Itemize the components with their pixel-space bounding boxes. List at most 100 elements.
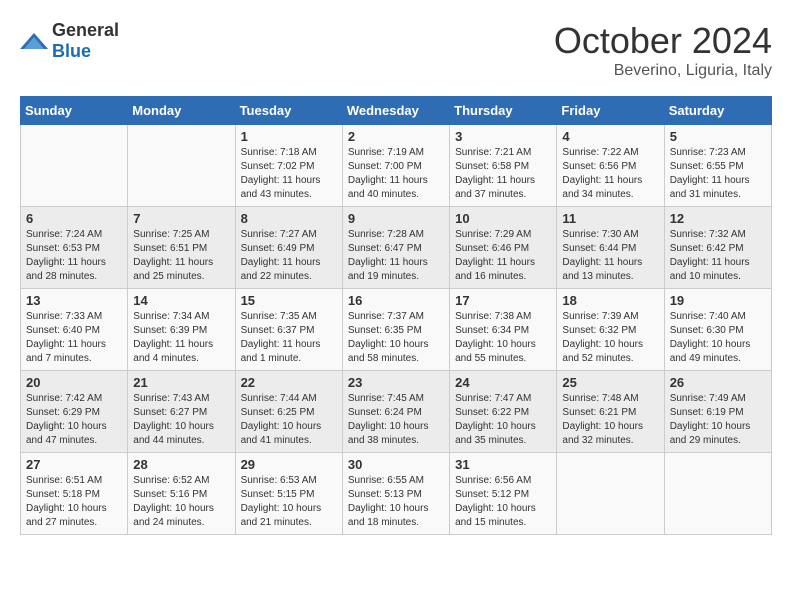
day-number: 22 (241, 375, 337, 390)
calendar-cell: 9 Sunrise: 7:28 AMSunset: 6:47 PMDaylight… (342, 207, 449, 289)
day-number: 21 (133, 375, 229, 390)
calendar-cell: 30 Sunrise: 6:55 AMSunset: 5:13 PMDayligh… (342, 453, 449, 535)
day-detail: Sunrise: 6:55 AMSunset: 5:13 PMDaylight:… (348, 474, 444, 530)
calendar-cell: 15 Sunrise: 7:35 AMSunset: 6:37 PMDayligh… (235, 289, 342, 371)
day-number: 28 (133, 457, 229, 472)
day-detail: Sunrise: 7:45 AMSunset: 6:24 PMDaylight:… (348, 392, 444, 448)
day-detail: Sunrise: 7:27 AMSunset: 6:49 PMDaylight:… (241, 228, 337, 284)
day-number: 8 (241, 211, 337, 226)
day-detail: Sunrise: 7:42 AMSunset: 6:29 PMDaylight:… (26, 392, 122, 448)
day-detail: Sunrise: 7:32 AMSunset: 6:42 PMDaylight:… (670, 228, 766, 284)
day-number: 11 (562, 211, 658, 226)
calendar-cell (664, 453, 771, 535)
day-detail: Sunrise: 7:38 AMSunset: 6:34 PMDaylight:… (455, 310, 551, 366)
day-detail: Sunrise: 6:52 AMSunset: 5:16 PMDaylight:… (133, 474, 229, 530)
day-detail: Sunrise: 7:19 AMSunset: 7:00 PMDaylight:… (348, 146, 444, 202)
calendar-cell: 23 Sunrise: 7:45 AMSunset: 6:24 PMDayligh… (342, 371, 449, 453)
day-detail: Sunrise: 7:35 AMSunset: 6:37 PMDaylight:… (241, 310, 337, 366)
calendar-cell: 16 Sunrise: 7:37 AMSunset: 6:35 PMDayligh… (342, 289, 449, 371)
day-detail: Sunrise: 7:44 AMSunset: 6:25 PMDaylight:… (241, 392, 337, 448)
day-detail: Sunrise: 7:37 AMSunset: 6:35 PMDaylight:… (348, 310, 444, 366)
calendar-cell: 19 Sunrise: 7:40 AMSunset: 6:30 PMDayligh… (664, 289, 771, 371)
calendar-cell: 11 Sunrise: 7:30 AMSunset: 6:44 PMDayligh… (557, 207, 664, 289)
day-number: 10 (455, 211, 551, 226)
day-detail: Sunrise: 7:28 AMSunset: 6:47 PMDaylight:… (348, 228, 444, 284)
calendar-cell: 29 Sunrise: 6:53 AMSunset: 5:15 PMDayligh… (235, 453, 342, 535)
day-detail: Sunrise: 7:25 AMSunset: 6:51 PMDaylight:… (133, 228, 229, 284)
logo: General Blue (20, 20, 119, 62)
calendar-cell: 6 Sunrise: 7:24 AMSunset: 6:53 PMDaylight… (21, 207, 128, 289)
calendar-cell: 20 Sunrise: 7:42 AMSunset: 6:29 PMDayligh… (21, 371, 128, 453)
calendar-cell: 7 Sunrise: 7:25 AMSunset: 6:51 PMDaylight… (128, 207, 235, 289)
weekday-header-tuesday: Tuesday (235, 97, 342, 125)
day-number: 31 (455, 457, 551, 472)
day-detail: Sunrise: 7:40 AMSunset: 6:30 PMDaylight:… (670, 310, 766, 366)
day-detail: Sunrise: 7:34 AMSunset: 6:39 PMDaylight:… (133, 310, 229, 366)
day-detail: Sunrise: 7:39 AMSunset: 6:32 PMDaylight:… (562, 310, 658, 366)
calendar-cell: 18 Sunrise: 7:39 AMSunset: 6:32 PMDayligh… (557, 289, 664, 371)
calendar-cell (557, 453, 664, 535)
day-number: 20 (26, 375, 122, 390)
day-number: 6 (26, 211, 122, 226)
day-number: 19 (670, 293, 766, 308)
day-number: 13 (26, 293, 122, 308)
weekday-header-monday: Monday (128, 97, 235, 125)
day-number: 23 (348, 375, 444, 390)
calendar-cell: 24Sunrise: 7:47 AMSunset: 6:22 PMDayligh… (450, 371, 557, 453)
calendar-week-row: 6 Sunrise: 7:24 AMSunset: 6:53 PMDaylight… (21, 207, 772, 289)
day-number: 9 (348, 211, 444, 226)
day-number: 4 (562, 129, 658, 144)
calendar-cell (21, 125, 128, 207)
day-number: 16 (348, 293, 444, 308)
calendar-cell: 10 Sunrise: 7:29 AMSunset: 6:46 PMDayligh… (450, 207, 557, 289)
day-detail: Sunrise: 6:56 AMSunset: 5:12 PMDaylight:… (455, 474, 551, 530)
day-detail: Sunrise: 7:21 AMSunset: 6:58 PMDaylight:… (455, 146, 551, 202)
day-number: 15 (241, 293, 337, 308)
day-detail: Sunrise: 7:29 AMSunset: 6:46 PMDaylight:… (455, 228, 551, 284)
day-detail: Sunrise: 7:24 AMSunset: 6:53 PMDaylight:… (26, 228, 122, 284)
day-detail: Sunrise: 6:51 AMSunset: 5:18 PMDaylight:… (26, 474, 122, 530)
calendar-cell: 5Sunrise: 7:23 AMSunset: 6:55 PMDaylight… (664, 125, 771, 207)
calendar-cell (128, 125, 235, 207)
calendar-cell: 1Sunrise: 7:18 AMSunset: 7:02 PMDaylight… (235, 125, 342, 207)
day-number: 3 (455, 129, 551, 144)
day-number: 27 (26, 457, 122, 472)
day-detail: Sunrise: 7:30 AMSunset: 6:44 PMDaylight:… (562, 228, 658, 284)
weekday-header-saturday: Saturday (664, 97, 771, 125)
calendar-cell: 17 Sunrise: 7:38 AMSunset: 6:34 PMDayligh… (450, 289, 557, 371)
weekday-header-sunday: Sunday (21, 97, 128, 125)
title-block: October 2024 Beverino, Liguria, Italy (554, 20, 772, 80)
day-number: 29 (241, 457, 337, 472)
day-number: 30 (348, 457, 444, 472)
calendar-week-row: 13 Sunrise: 7:33 AMSunset: 6:40 PMDayligh… (21, 289, 772, 371)
weekday-header-wednesday: Wednesday (342, 97, 449, 125)
logo-blue: Blue (52, 41, 91, 61)
day-number: 2 (348, 129, 444, 144)
weekday-header-row: SundayMondayTuesdayWednesdayThursdayFrid… (21, 97, 772, 125)
day-detail: Sunrise: 7:33 AMSunset: 6:40 PMDaylight:… (26, 310, 122, 366)
calendar-cell: 21 Sunrise: 7:43 AMSunset: 6:27 PMDayligh… (128, 371, 235, 453)
day-number: 12 (670, 211, 766, 226)
day-number: 14 (133, 293, 229, 308)
day-detail: Sunrise: 7:43 AMSunset: 6:27 PMDaylight:… (133, 392, 229, 448)
weekday-header-thursday: Thursday (450, 97, 557, 125)
day-number: 18 (562, 293, 658, 308)
calendar-cell: 26Sunrise: 7:49 AMSunset: 6:19 PMDayligh… (664, 371, 771, 453)
day-number: 1 (241, 129, 337, 144)
calendar-week-row: 20 Sunrise: 7:42 AMSunset: 6:29 PMDayligh… (21, 371, 772, 453)
calendar-week-row: 27 Sunrise: 6:51 AMSunset: 5:18 PMDayligh… (21, 453, 772, 535)
calendar-cell: 25Sunrise: 7:48 AMSunset: 6:21 PMDayligh… (557, 371, 664, 453)
calendar-cell: 8 Sunrise: 7:27 AMSunset: 6:49 PMDaylight… (235, 207, 342, 289)
location-title: Beverino, Liguria, Italy (554, 62, 772, 80)
day-detail: Sunrise: 7:48 AMSunset: 6:21 PMDaylight:… (562, 392, 658, 448)
logo-general: General (52, 20, 119, 40)
calendar-week-row: 1Sunrise: 7:18 AMSunset: 7:02 PMDaylight… (21, 125, 772, 207)
day-number: 17 (455, 293, 551, 308)
calendar-cell: 27 Sunrise: 6:51 AMSunset: 5:18 PMDayligh… (21, 453, 128, 535)
calendar-cell: 3 Sunrise: 7:21 AMSunset: 6:58 PMDaylight… (450, 125, 557, 207)
calendar-cell: 2 Sunrise: 7:19 AMSunset: 7:00 PMDaylight… (342, 125, 449, 207)
day-number: 7 (133, 211, 229, 226)
day-detail: Sunrise: 6:53 AMSunset: 5:15 PMDaylight:… (241, 474, 337, 530)
calendar-cell: 13 Sunrise: 7:33 AMSunset: 6:40 PMDayligh… (21, 289, 128, 371)
logo-icon (20, 31, 48, 51)
